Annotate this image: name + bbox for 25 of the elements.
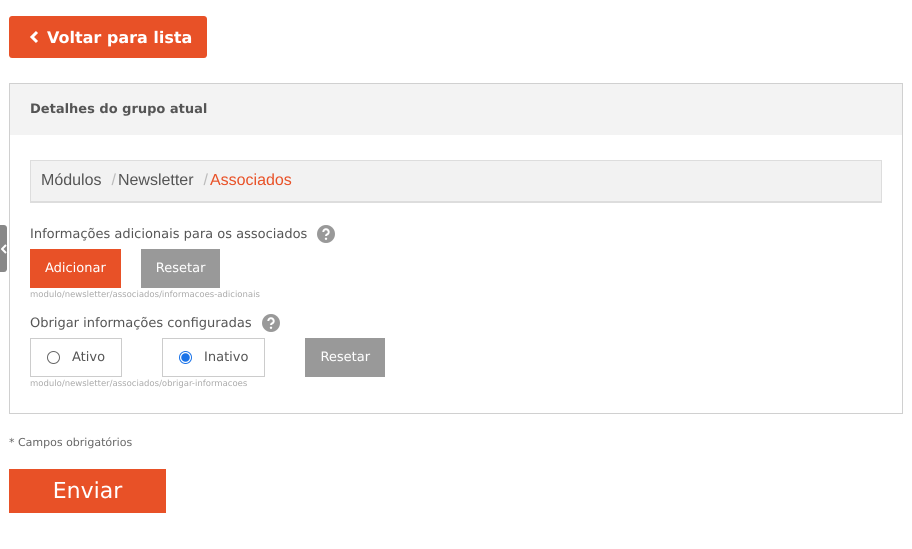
reset-button[interactable]: Resetar xyxy=(305,338,386,377)
required-note: * Campos obrigatórios xyxy=(9,436,134,449)
breadcrumb-item[interactable]: Newsletter xyxy=(118,172,194,190)
add-button[interactable]: Adicionar xyxy=(30,249,121,288)
field-path: modulo/newsletter/associados/obrigar-informacoes xyxy=(30,379,248,389)
help-icon[interactable] xyxy=(262,314,280,332)
field-path: modulo/newsletter/associados/informacoes-adicionais xyxy=(30,290,261,300)
radio-button[interactable] xyxy=(47,351,60,364)
submit-button[interactable]: Enviar xyxy=(9,469,166,513)
help-icon[interactable] xyxy=(317,225,336,243)
breadcrumb-separator: / xyxy=(204,172,208,190)
side-handle[interactable] xyxy=(0,225,7,272)
radio-button[interactable] xyxy=(179,351,192,364)
back-button[interactable]: Voltar para lista xyxy=(9,16,207,58)
chevron-left-icon xyxy=(29,30,39,44)
panel-title: Detalhes do grupo atual xyxy=(30,102,208,117)
radio-option[interactable]: Inativo xyxy=(162,338,266,377)
breadcrumb-separator: / xyxy=(111,172,116,190)
breadcrumb-item[interactable]: Associados xyxy=(210,172,292,190)
radio-option[interactable]: Ativo xyxy=(30,338,122,377)
field-label: Informações adicionais para os associados xyxy=(30,226,308,242)
breadcrumb-item[interactable]: Módulos xyxy=(41,172,102,190)
field-label: Obrigar informações configuradas xyxy=(30,316,252,330)
reset-button[interactable]: Resetar xyxy=(140,249,220,288)
chevron-left-icon xyxy=(0,244,6,254)
